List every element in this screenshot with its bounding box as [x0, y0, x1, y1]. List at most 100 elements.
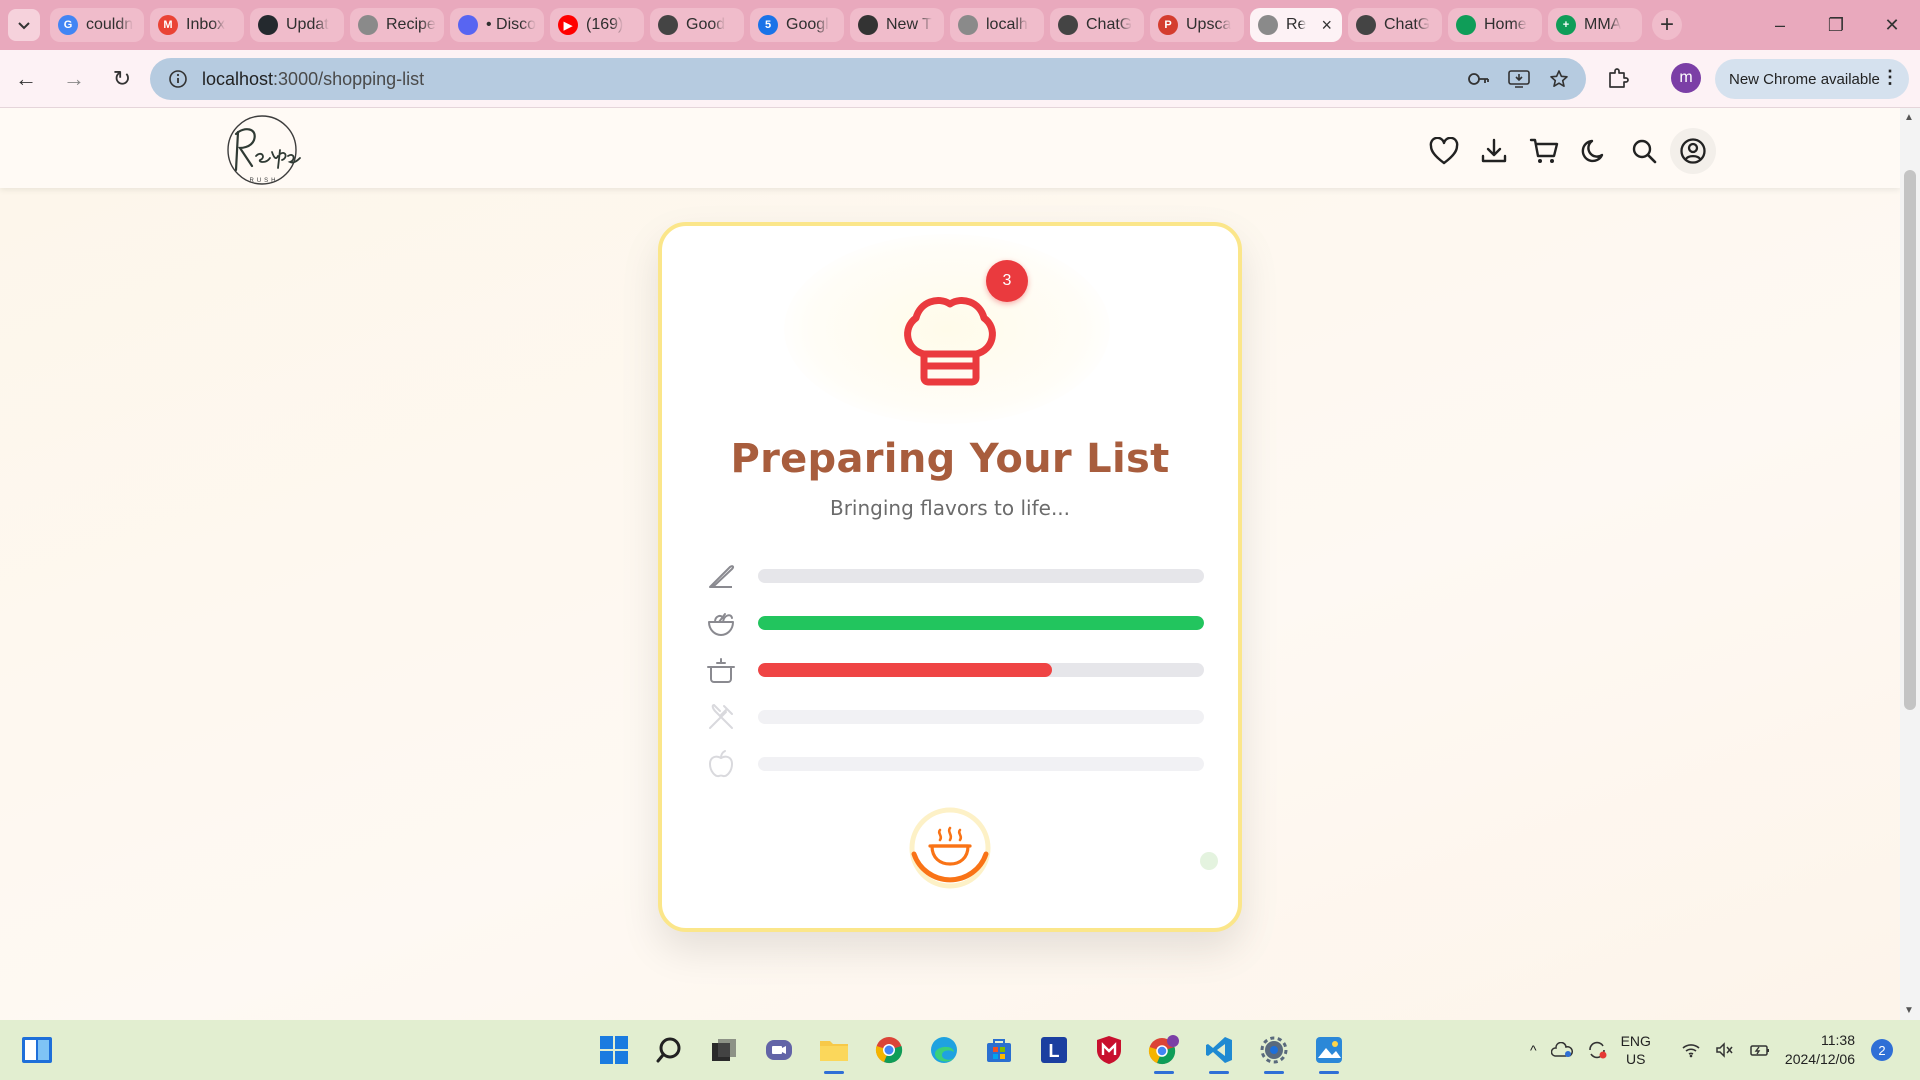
settings-app[interactable] [1246, 1028, 1301, 1074]
url-text: localhost:3000/shopping-list [202, 68, 425, 89]
windows-icon [599, 1036, 628, 1064]
file-explorer-app[interactable] [806, 1028, 861, 1074]
chrome-update-button[interactable]: New Chrome available ⋮ [1715, 59, 1909, 99]
taskbar-apps: L [586, 1028, 1356, 1074]
vertical-scrollbar[interactable]: ▲ ▼ [1900, 108, 1920, 1020]
restore-icon: ❐ [1827, 14, 1845, 35]
battery-charging-icon[interactable] [1749, 1042, 1771, 1058]
tab-2[interactable]: Updat [250, 8, 344, 42]
l-app-icon: L [1040, 1037, 1067, 1063]
plus-icon: + [1659, 11, 1674, 38]
scrollbar-thumb[interactable] [1904, 170, 1916, 710]
progress-bar [758, 756, 1204, 771]
widgets-icon[interactable] [20, 1034, 54, 1066]
start-button[interactable] [586, 1028, 641, 1072]
chevron-down-icon [18, 22, 30, 30]
tab-9[interactable]: localh [950, 8, 1044, 42]
taskbar-search-button[interactable] [641, 1028, 696, 1072]
app-header: RUSH [0, 108, 1900, 188]
loading-spinner [908, 806, 992, 890]
new-tab-button[interactable]: + [1652, 10, 1682, 40]
sync-icon[interactable] [1587, 1041, 1607, 1059]
tab-13[interactable]: ChatG [1348, 8, 1442, 42]
profile-avatar[interactable]: m [1671, 63, 1701, 93]
volume-muted-icon[interactable] [1715, 1042, 1735, 1058]
search-icon [1632, 139, 1657, 164]
task-view-button[interactable] [696, 1028, 751, 1072]
photos-app[interactable] [1301, 1028, 1356, 1074]
salad-bowl-icon [704, 606, 738, 640]
tab-8[interactable]: New T [850, 8, 944, 42]
openai-icon [658, 15, 678, 35]
site-info-icon[interactable] [164, 65, 192, 93]
chevron-up-icon[interactable]: ^ [1530, 1042, 1537, 1058]
chrome-app[interactable] [861, 1028, 916, 1072]
close-icon: ✕ [1884, 14, 1900, 35]
clock[interactable]: 11:38 2024/12/06 [1785, 1031, 1855, 1069]
minimize-icon: – [1774, 14, 1785, 35]
minimize-button[interactable]: – [1752, 0, 1808, 50]
password-key-icon[interactable] [1468, 68, 1490, 90]
tab-14[interactable]: Home [1448, 8, 1542, 42]
favorites-button[interactable] [1424, 131, 1464, 171]
tab-12[interactable]: Re × [1250, 8, 1342, 42]
user-profile-button[interactable] [1670, 128, 1716, 174]
tab-1[interactable]: M Inbox [150, 8, 244, 42]
reload-button[interactable]: ↻ [100, 57, 144, 101]
cart-icon [1529, 138, 1559, 163]
close-window-button[interactable]: ✕ [1864, 0, 1920, 50]
mcafee-app[interactable] [1081, 1028, 1136, 1072]
utensils-crossed-icon [704, 700, 738, 734]
tab-10[interactable]: ChatG [1050, 8, 1144, 42]
install-app-icon[interactable] [1508, 68, 1530, 90]
back-button[interactable]: ← [4, 57, 48, 101]
tab-label: ChatG [1086, 16, 1133, 33]
download-button[interactable] [1474, 131, 1514, 171]
notification-count-badge[interactable]: 2 [1871, 1039, 1893, 1061]
teams-app[interactable] [751, 1028, 806, 1072]
progress-steps [704, 552, 1204, 787]
close-tab-icon[interactable]: × [1321, 15, 1332, 36]
reload-icon: ↻ [112, 65, 132, 91]
forward-button[interactable]: → [52, 57, 96, 101]
tab-5[interactable]: ▶ (169) [550, 8, 644, 42]
cart-button[interactable] [1524, 131, 1564, 171]
tab-6[interactable]: Good [650, 8, 744, 42]
svg-text:RUSH: RUSH [249, 178, 278, 184]
search-button[interactable] [1624, 131, 1664, 171]
chrome-profile-app[interactable] [1136, 1028, 1191, 1074]
tab-label: Updat [286, 16, 329, 33]
openai-icon [358, 15, 378, 35]
system-tray: ^ ENG US 11:38 2024/12/06 2 [1530, 1020, 1893, 1080]
scroll-up-arrow-icon[interactable]: ▲ [1904, 112, 1914, 123]
onedrive-icon[interactable] [1550, 1042, 1573, 1058]
recipe-logo[interactable]: RUSH [218, 112, 308, 188]
tab-7[interactable]: 5 Googl [750, 8, 844, 42]
bookmark-star-icon[interactable] [1548, 68, 1570, 90]
tab-label: Inbox [186, 16, 226, 33]
address-bar[interactable]: localhost:3000/shopping-list [150, 58, 1586, 100]
folder-icon [819, 1041, 848, 1061]
language-indicator[interactable]: ENG US [1621, 1032, 1651, 1068]
discord-icon [458, 15, 478, 35]
progress-step-1 [704, 599, 1204, 646]
edge-app[interactable] [916, 1028, 971, 1072]
google-icon: G [58, 15, 78, 35]
extensions-icon[interactable] [1606, 66, 1630, 95]
tab-3[interactable]: Recipe [350, 8, 444, 42]
tab-search-button[interactable] [8, 9, 40, 41]
store-app[interactable] [971, 1028, 1026, 1072]
tab-11[interactable]: P Upsca [1150, 8, 1244, 42]
dark-mode-toggle[interactable] [1574, 131, 1614, 171]
vscode-app[interactable] [1191, 1028, 1246, 1074]
scroll-down-arrow-icon[interactable]: ▼ [1904, 1005, 1914, 1016]
l-app[interactable]: L [1026, 1028, 1081, 1072]
tab-label: • Disco [486, 16, 536, 33]
tab-0[interactable]: Gcouldn [50, 8, 144, 42]
mcafee-shield-icon [1096, 1036, 1121, 1064]
tab-15[interactable]: + MMA [1548, 8, 1642, 42]
restore-button[interactable]: ❐ [1808, 0, 1864, 50]
more-menu-icon[interactable]: ⋮ [1881, 67, 1899, 88]
wifi-icon[interactable] [1681, 1042, 1701, 1058]
tab-4[interactable]: • Disco [450, 8, 544, 42]
